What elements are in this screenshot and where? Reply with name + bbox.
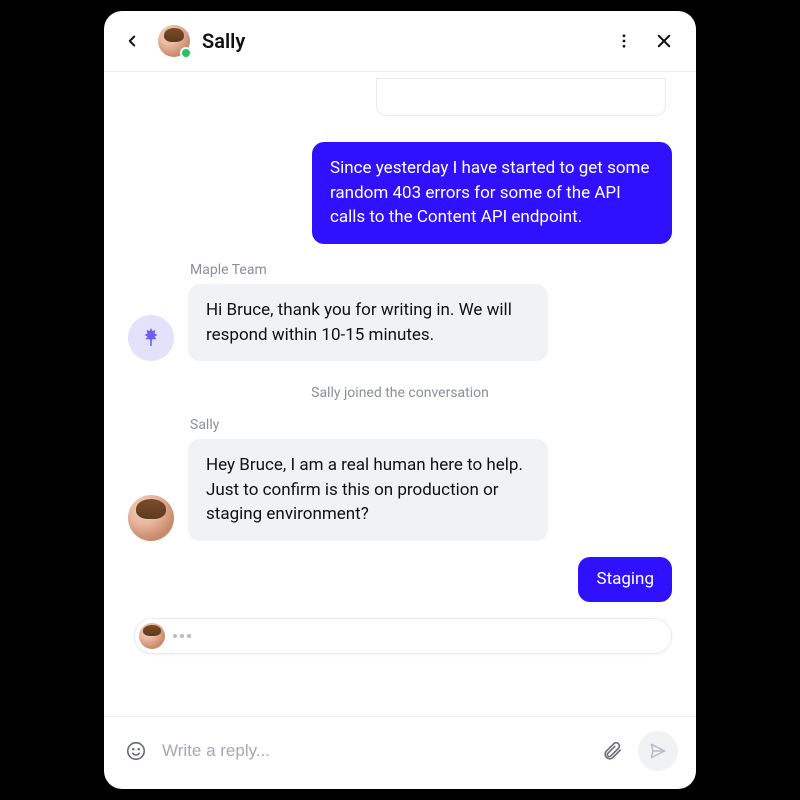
typing-indicator	[134, 618, 672, 654]
team-avatar	[128, 315, 174, 361]
send-button[interactable]	[638, 731, 678, 771]
back-button[interactable]	[118, 27, 146, 55]
message-bubble-outgoing: Staging	[578, 557, 672, 602]
smile-icon	[125, 740, 147, 762]
paperclip-icon	[601, 740, 623, 762]
sender-label: Sally	[190, 417, 672, 433]
chat-header: Sally	[104, 11, 696, 71]
chat-title: Sally	[202, 29, 245, 53]
typing-avatar	[139, 623, 165, 649]
message-list[interactable]: Since yesterday I have started to get so…	[104, 72, 696, 716]
typing-dots-icon	[173, 634, 191, 638]
header-avatar[interactable]	[158, 25, 190, 57]
maple-leaf-icon	[139, 326, 163, 350]
close-icon	[655, 32, 673, 50]
more-button[interactable]	[610, 27, 638, 55]
chevron-left-icon	[123, 32, 141, 50]
message-bubble-outgoing: Since yesterday I have started to get so…	[312, 142, 672, 244]
emoji-button[interactable]	[122, 737, 150, 765]
dots-vertical-icon	[615, 32, 633, 50]
chat-window: Sally Since yesterday I have started to …	[104, 11, 696, 789]
reply-input[interactable]	[162, 741, 586, 761]
message-row: Hey Bruce, I am a real human here to hel…	[128, 439, 672, 541]
message-row: Since yesterday I have started to get so…	[128, 142, 672, 244]
message-row: Hi Bruce, thank you for writing in. We w…	[128, 284, 672, 361]
previous-message-card	[376, 78, 666, 116]
presence-dot-icon	[180, 47, 192, 59]
send-icon	[648, 741, 668, 761]
close-button[interactable]	[650, 27, 678, 55]
message-row: Staging	[128, 557, 672, 602]
agent-avatar	[128, 495, 174, 541]
message-bubble-incoming: Hey Bruce, I am a real human here to hel…	[188, 439, 548, 541]
message-bubble-incoming: Hi Bruce, thank you for writing in. We w…	[188, 284, 548, 361]
reply-input-wrapper	[162, 741, 586, 761]
sender-label: Maple Team	[190, 262, 672, 278]
composer	[104, 717, 696, 789]
system-message: Sally joined the conversation	[128, 385, 672, 401]
attach-button[interactable]	[598, 737, 626, 765]
